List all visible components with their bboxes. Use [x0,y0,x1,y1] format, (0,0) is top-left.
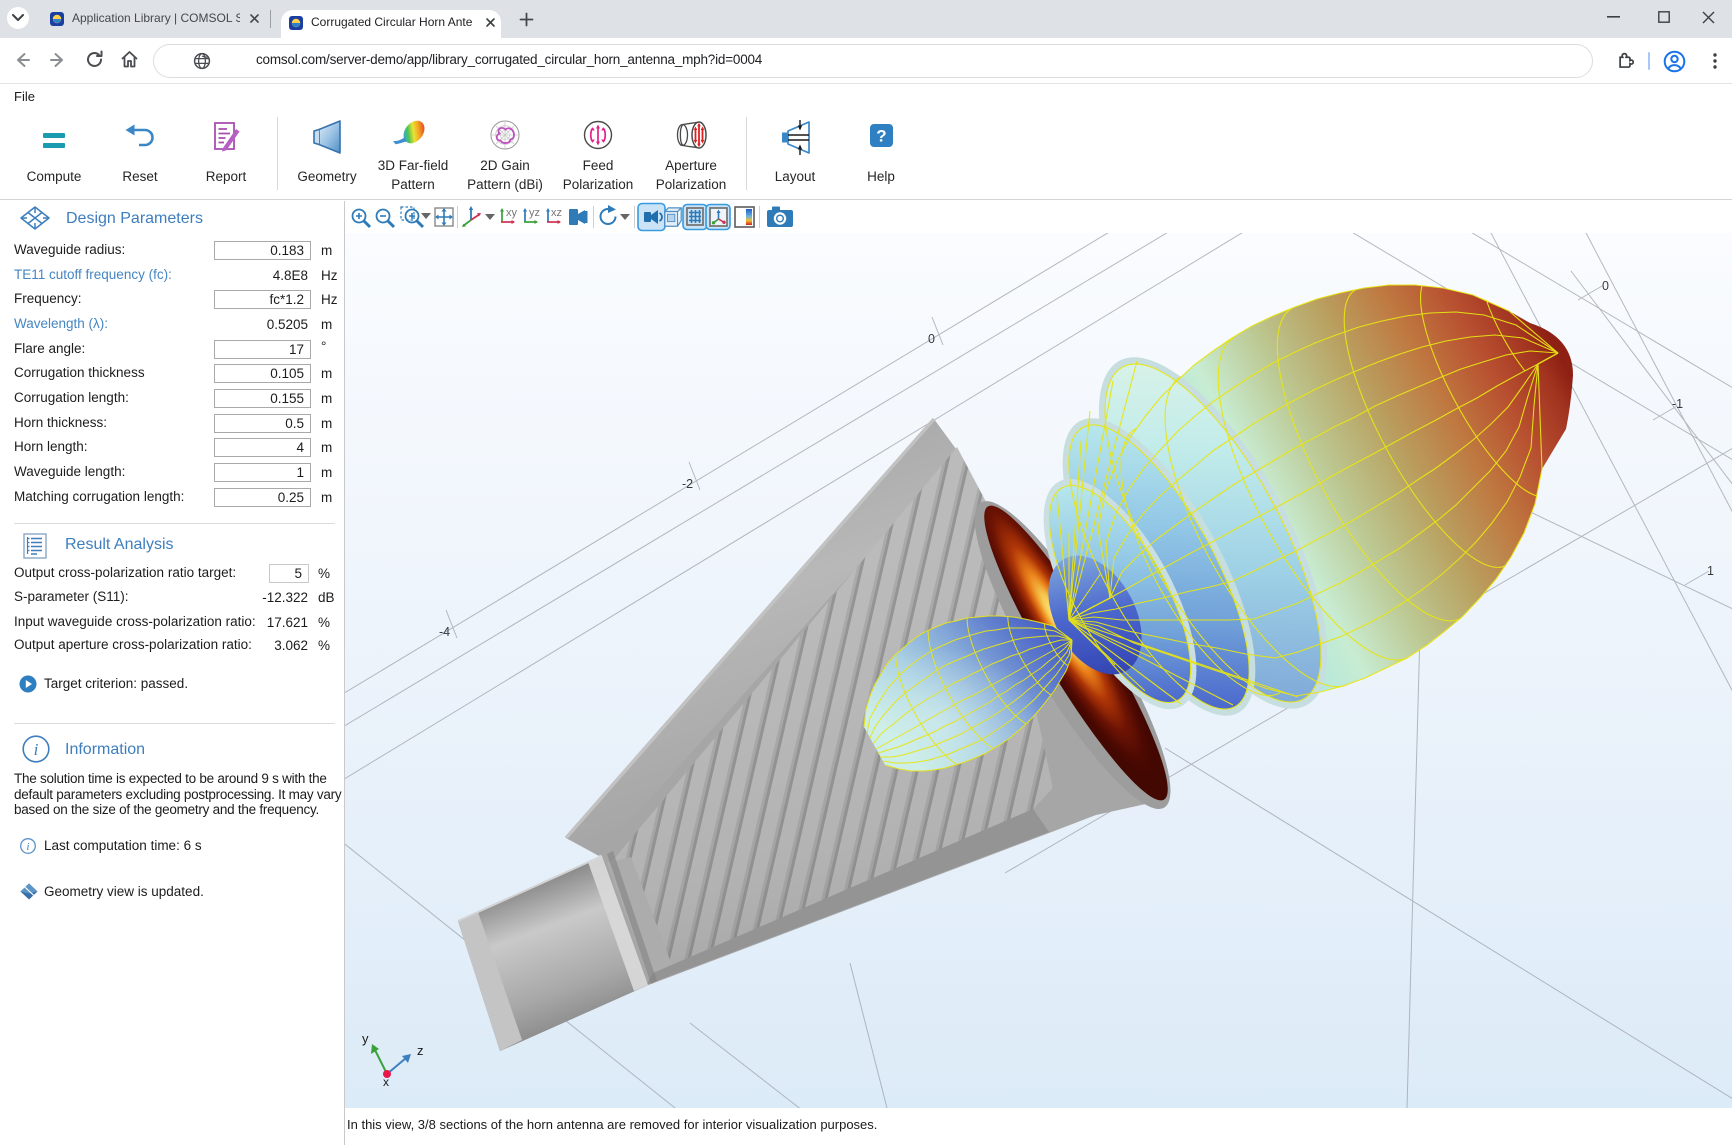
svg-text:-1: -1 [1672,397,1683,411]
svg-text:-2: -2 [682,477,693,491]
svg-text:0: 0 [928,332,935,346]
svg-text:yz: yz [529,207,540,219]
svg-text:z: z [417,1043,424,1058]
svg-text:i: i [27,842,30,853]
svg-text:-4: -4 [439,625,450,639]
svg-text:i: i [34,740,39,759]
svg-text:0: 0 [1602,279,1609,293]
svg-text:?: ? [876,127,886,146]
svg-text:y: y [362,1031,369,1046]
svg-text:xy: xy [506,207,518,219]
svg-text:xz: xz [551,207,562,219]
svg-text:1: 1 [1707,564,1714,578]
